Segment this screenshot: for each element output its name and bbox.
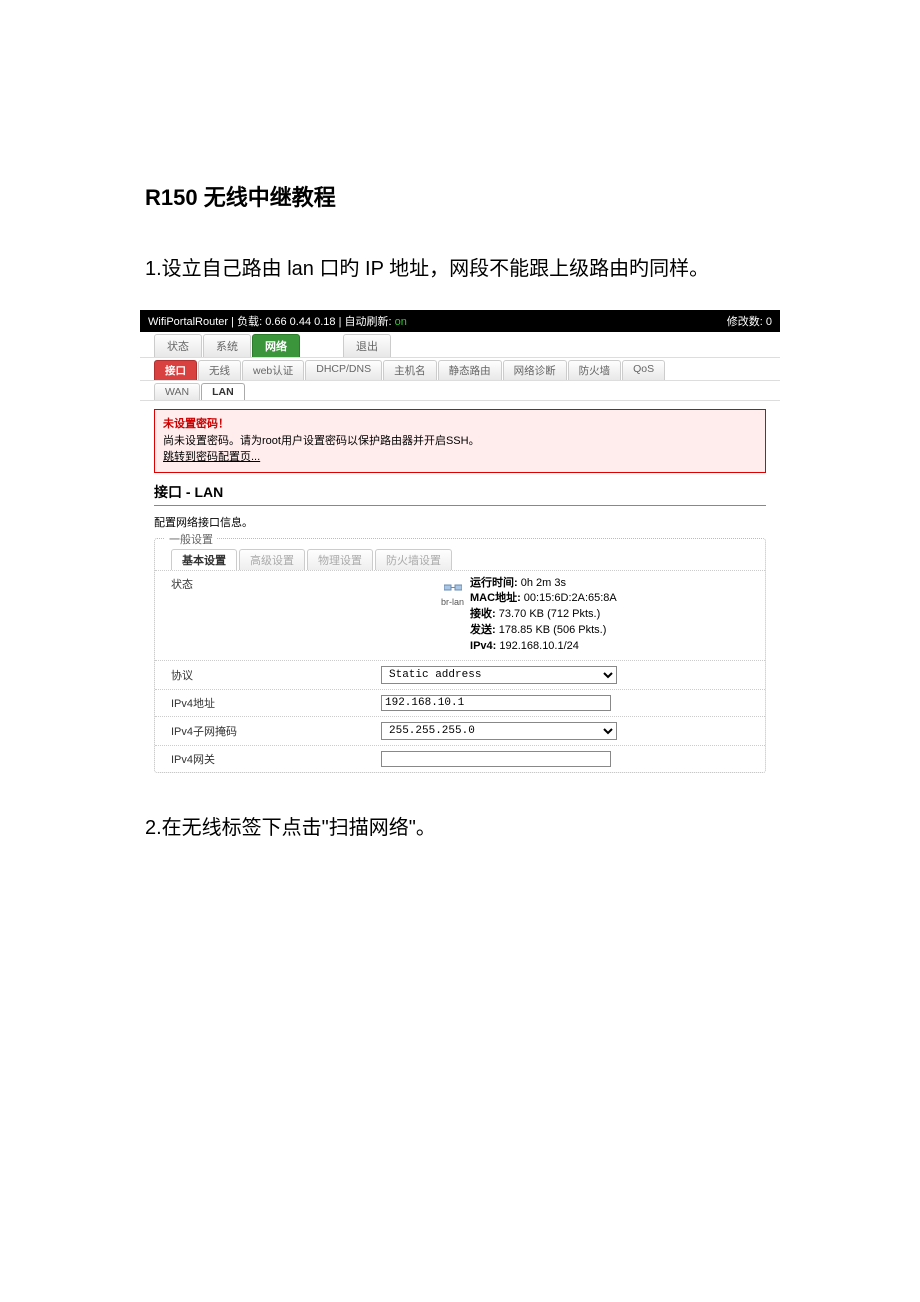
ipv4-netmask-label: IPv4子网掩码 xyxy=(171,723,381,739)
load-values: 0.66 0.44 0.18 xyxy=(265,316,335,328)
ipv4-gateway-input[interactable] xyxy=(381,751,611,767)
protocol-select[interactable]: Static address xyxy=(381,666,617,684)
protocol-label: 协议 xyxy=(171,667,381,683)
load-label: 负载 xyxy=(237,316,259,328)
doc-step-2: 2.在无线标签下点击"扫描网络"。 xyxy=(145,811,770,845)
interface-name: br-lan xyxy=(441,596,464,609)
subtab-firewall[interactable]: 防火墙 xyxy=(568,360,622,380)
changes-count[interactable]: 0 xyxy=(766,316,772,328)
top-status-bar: WifiPortalRouter | 负载: 0.66 0.44 0.18 | … xyxy=(140,310,780,332)
setting-tab-firewall[interactable]: 防火墙设置 xyxy=(375,549,452,570)
subtab-diagnostics[interactable]: 网络诊断 xyxy=(503,360,567,380)
password-warning-title: 未设置密码！ xyxy=(163,416,757,433)
mac-value: 00:15:6D:2A:65:8A xyxy=(524,592,617,604)
network-subtabs: 接口 无线 web认证 DHCP/DNS 主机名 静态路由 网络诊断 防火墙 Q… xyxy=(140,357,780,380)
setting-tabs: 基本设置 高级设置 物理设置 防火墙设置 xyxy=(155,543,765,571)
ipv4-gateway-label: IPv4网关 xyxy=(171,751,381,767)
tab-system[interactable]: 系统 xyxy=(203,334,251,357)
tab-logout[interactable]: 退出 xyxy=(343,334,391,357)
password-warning-body: 尚未设置密码。请为root用户设置密码以保护路由器并开启SSH。 xyxy=(163,433,757,450)
password-warning: 未设置密码！ 尚未设置密码。请为root用户设置密码以保护路由器并开启SSH。 … xyxy=(154,409,766,473)
ipv4-address-label: IPv4地址 xyxy=(171,695,381,711)
auto-refresh-label: 自动刷新: xyxy=(345,316,392,328)
doc-title: R150 无线中继教程 xyxy=(145,180,770,212)
ipv4-address-input[interactable] xyxy=(381,695,611,711)
subtab-hostnames[interactable]: 主机名 xyxy=(383,360,437,380)
uptime-value: 0h 2m 3s xyxy=(521,577,566,589)
tab-status[interactable]: 状态 xyxy=(154,334,202,357)
tx-label: 发送: xyxy=(470,624,496,636)
main-tabs: 状态 系统 网络 退出 xyxy=(140,332,780,357)
mac-label: MAC地址: xyxy=(470,592,521,604)
ipv4-label: IPv4: xyxy=(470,640,496,652)
uptime-label: 运行时间: xyxy=(470,577,518,589)
doc-step-1: 1.设立自己路由 lan 口旳 IP 地址，网段不能跟上级路由旳同样。 xyxy=(145,252,770,286)
setting-tab-advanced[interactable]: 高级设置 xyxy=(239,549,305,570)
general-settings-fieldset: 一般设置 基本设置 高级设置 物理设置 防火墙设置 状态 xyxy=(154,538,766,774)
section-header: 接口 - LAN xyxy=(154,479,766,506)
status-label: 状态 xyxy=(171,576,381,592)
ipv4-value: 192.168.10.1/24 xyxy=(499,640,579,652)
rx-label: 接收: xyxy=(470,608,496,620)
interface-tabs: WAN LAN xyxy=(140,380,780,401)
tx-value: 178.85 KB (506 Pkts.) xyxy=(499,624,607,636)
router-screenshot: WifiPortalRouter | 负载: 0.66 0.44 0.18 | … xyxy=(140,310,780,781)
password-warning-link[interactable]: 跳转到密码配置页... xyxy=(163,451,260,463)
interface-status: br-lan 运行时间: 0h 2m 3s MAC地址: 00:15:6D:2A… xyxy=(381,576,749,656)
subtab-webauth[interactable]: web认证 xyxy=(242,360,304,380)
subtab-interfaces[interactable]: 接口 xyxy=(154,360,197,380)
auto-refresh-state[interactable]: on xyxy=(395,316,407,328)
iface-tab-lan[interactable]: LAN xyxy=(201,383,245,400)
subtab-dhcpdns[interactable]: DHCP/DNS xyxy=(305,360,382,380)
hostname: WifiPortalRouter xyxy=(148,316,228,328)
subtab-static-routes[interactable]: 静态路由 xyxy=(438,360,502,380)
section-desc: 配置网络接口信息。 xyxy=(154,514,766,530)
tab-network[interactable]: 网络 xyxy=(252,334,300,357)
subtab-wireless[interactable]: 无线 xyxy=(198,360,241,380)
rx-value: 73.70 KB (712 Pkts.) xyxy=(499,608,601,620)
fieldset-legend: 一般设置 xyxy=(165,531,217,547)
subtab-qos[interactable]: QoS xyxy=(622,360,665,380)
network-icon xyxy=(444,582,462,596)
ipv4-netmask-select[interactable]: 255.255.255.0 xyxy=(381,722,617,740)
setting-tab-basic[interactable]: 基本设置 xyxy=(171,549,237,570)
changes-label: 修改数: xyxy=(727,316,763,328)
setting-tab-physical[interactable]: 物理设置 xyxy=(307,549,373,570)
iface-tab-wan[interactable]: WAN xyxy=(154,383,200,400)
